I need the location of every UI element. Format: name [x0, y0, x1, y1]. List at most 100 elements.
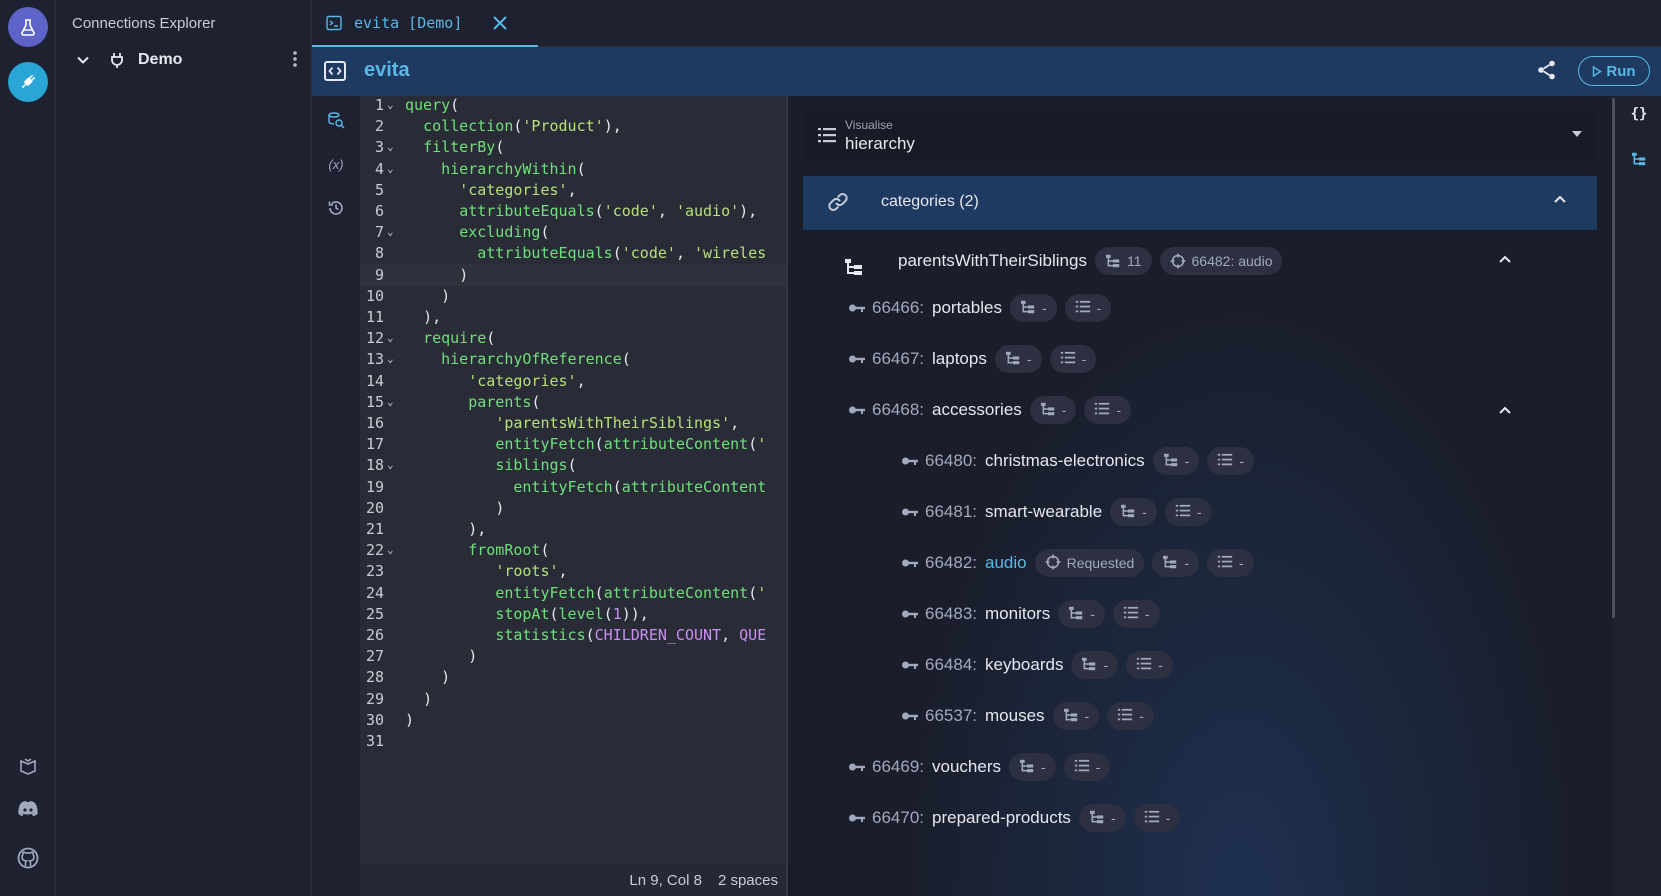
code-text: ): [405, 710, 415, 729]
code-line[interactable]: 2 collection('Product'),: [360, 115, 786, 137]
fold-chevron-icon[interactable]: ⌄: [387, 391, 394, 413]
code-line[interactable]: 15 ⌄ parents(: [360, 391, 786, 413]
share-icon[interactable]: [1536, 59, 1558, 81]
fold-chevron-icon[interactable]: ⌄: [387, 158, 394, 180]
child-count-chip: -: [1009, 294, 1057, 322]
fold-chevron-icon[interactable]: ⌄: [387, 221, 394, 243]
code-line[interactable]: 28 ): [360, 666, 786, 688]
code-line[interactable]: 7 ⌄ excluding(: [360, 221, 786, 243]
fold-chevron-icon[interactable]: ⌄: [387, 327, 394, 349]
run-button[interactable]: Run: [1578, 56, 1650, 86]
hierarchy-node[interactable]: 66480: christmas-electronics - -: [901, 446, 1255, 476]
json-braces-icon[interactable]: {}: [1629, 104, 1649, 124]
node-name[interactable]: audio: [985, 553, 1027, 573]
indent-setting[interactable]: 2 spaces: [718, 872, 778, 889]
node-id-separator: :: [972, 553, 978, 572]
more-vertical-icon[interactable]: [292, 50, 298, 68]
code-text: hierarchyOfReference(: [441, 350, 631, 369]
hierarchy-node[interactable]: 66482: audio Requested - -: [901, 548, 1254, 578]
connection-item-demo[interactable]: Demo: [76, 48, 298, 72]
code-line[interactable]: 14 'categories',: [360, 370, 786, 392]
code-line[interactable]: 17 entityFetch(attributeContent(': [360, 433, 786, 455]
line-number: 17: [365, 435, 384, 454]
hierarchy-node[interactable]: 66481: smart-wearable - -: [901, 497, 1212, 527]
hierarchy-node[interactable]: 66483: monitors - -: [901, 599, 1160, 629]
scrollbar-thumb[interactable]: [1612, 98, 1615, 618]
code-line[interactable]: 31: [360, 730, 786, 752]
code-line[interactable]: 18 ⌄ siblings(: [360, 454, 786, 476]
node-id-separator: :: [919, 349, 925, 368]
hierarchy-tree-icon[interactable]: [1629, 149, 1649, 169]
plug-icon[interactable]: [8, 62, 48, 102]
list-icon: [1144, 810, 1160, 826]
hierarchy-tree-icon: [1019, 759, 1035, 776]
variables-icon[interactable]: (x): [326, 154, 346, 174]
fold-chevron-icon[interactable]: ⌄: [387, 96, 394, 116]
reference-header-categories[interactable]: categories (2): [803, 176, 1597, 230]
node-id-separator: :: [919, 757, 925, 776]
search-icon[interactable]: [326, 110, 346, 130]
code-editor[interactable]: 1 ⌄ query(2 collection('Product'), 3 ⌄ filte…: [360, 96, 786, 896]
code-line[interactable]: 10 ): [360, 285, 786, 307]
fold-chevron-icon[interactable]: ⌄: [387, 136, 394, 158]
code-line[interactable]: 12 ⌄ require(: [360, 327, 786, 349]
node-name: prepared-products: [932, 808, 1071, 827]
code-line[interactable]: 1 ⌄ query(: [360, 96, 786, 116]
chevron-up-icon[interactable]: [1498, 405, 1512, 415]
line-number: 24: [365, 583, 384, 602]
code-line[interactable]: 11 ),: [360, 306, 786, 328]
line-number: 5: [374, 180, 384, 199]
hierarchy-node[interactable]: 66466: portables - -: [848, 293, 1112, 323]
chevron-down-icon[interactable]: [76, 53, 90, 67]
node-id-separator: :: [972, 655, 978, 674]
code-text: 'roots',: [495, 562, 568, 581]
code-line[interactable]: 30): [360, 709, 786, 731]
code-line[interactable]: 4 ⌄ hierarchyWithin(: [360, 158, 786, 180]
code-line[interactable]: 9 ): [360, 263, 786, 286]
code-line[interactable]: 22 ⌄ fromRoot(: [360, 539, 786, 561]
hierarchy-node[interactable]: 66469: vouchers - -: [848, 752, 1111, 782]
code-line[interactable]: 5 'categories',: [360, 179, 786, 201]
hierarchy-tree-icon: [1163, 453, 1179, 470]
code-text: 'categories',: [468, 371, 586, 390]
code-line[interactable]: 26 statistics(CHILDREN_COUNT, QUE: [360, 624, 786, 646]
code-line[interactable]: 29 ): [360, 688, 786, 710]
chevron-up-icon[interactable]: [1498, 254, 1512, 264]
code-line[interactable]: 19 entityFetch(attributeContent: [360, 476, 786, 498]
list-icon: [1136, 657, 1152, 673]
history-icon[interactable]: [326, 198, 346, 218]
github-icon[interactable]: [8, 838, 48, 878]
hierarchy-node[interactable]: 66537: mouses - -: [901, 701, 1154, 731]
crosshair-icon: [1045, 554, 1061, 573]
chevron-up-icon[interactable]: [1553, 194, 1567, 204]
node-id: 66469: [872, 757, 920, 776]
tab-evita-demo[interactable]: evita [Demo]: [312, 0, 538, 47]
code-line[interactable]: 27 ): [360, 645, 786, 667]
fold-chevron-icon[interactable]: ⌄: [387, 454, 394, 476]
hierarchy-node[interactable]: 66484: keyboards - -: [901, 650, 1173, 680]
code-line[interactable]: 24 entityFetch(attributeContent(': [360, 582, 786, 604]
discord-icon[interactable]: [8, 789, 48, 829]
hierarchy-node[interactable]: 66468: accessories - -: [848, 395, 1132, 425]
book-icon[interactable]: [8, 746, 48, 786]
hierarchy-node[interactable]: 66470: prepared-products - -: [848, 803, 1181, 833]
code-line[interactable]: 25 stopAt(level(1)),: [360, 603, 786, 625]
fold-chevron-icon[interactable]: ⌄: [387, 348, 394, 370]
code-line[interactable]: 8 attributeEquals('code', 'wireles: [360, 242, 786, 264]
fold-chevron-icon[interactable]: ⌄: [387, 539, 394, 561]
lab-flask-icon[interactable]: [8, 7, 48, 47]
visualise-select[interactable]: Visualise hierarchy: [803, 112, 1597, 160]
query-count-value: -: [1139, 708, 1144, 724]
close-icon[interactable]: [490, 13, 510, 33]
code-line[interactable]: 13 ⌄ hierarchyOfReference(: [360, 348, 786, 370]
code-line[interactable]: 21 ),: [360, 518, 786, 540]
code-line[interactable]: 16 'parentsWithTheirSiblings',: [360, 412, 786, 434]
hierarchy-node[interactable]: 66467: laptops - -: [848, 344, 1097, 374]
code-line[interactable]: 3 ⌄ filterBy(: [360, 136, 786, 158]
code-line[interactable]: 6 attributeEquals('code', 'audio'),: [360, 200, 786, 222]
code-line[interactable]: 23 'roots',: [360, 560, 786, 582]
line-number: 30: [365, 710, 384, 729]
line-number: 16: [365, 414, 384, 432]
code-line[interactable]: 20 ): [360, 497, 786, 519]
child-count-chip: -: [994, 345, 1042, 373]
